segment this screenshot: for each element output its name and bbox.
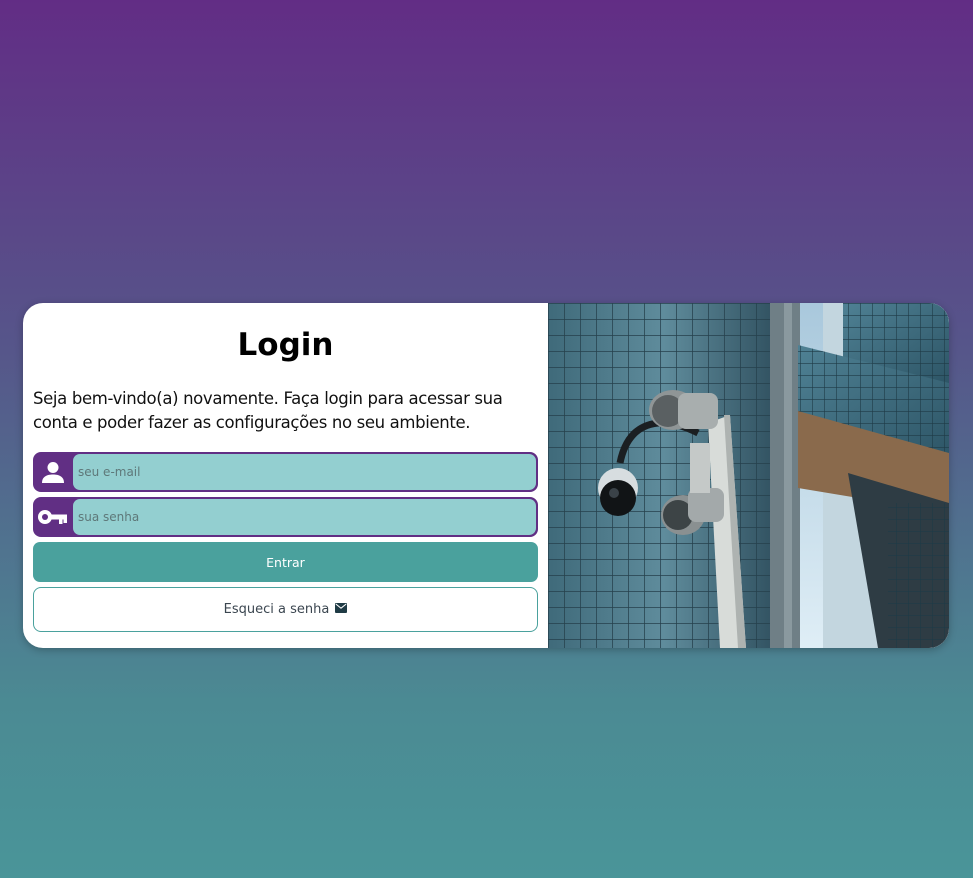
email-input[interactable]: [73, 454, 536, 490]
password-input[interactable]: [73, 499, 536, 535]
welcome-text: Seja bem-vindo(a) novamente. Faça login …: [33, 389, 503, 432]
login-form-panel: Login Seja bem-vindo(a) novamente. Faça …: [23, 303, 548, 648]
login-button[interactable]: Entrar: [33, 542, 538, 582]
key-icon: [33, 497, 73, 537]
security-camera-photo: [548, 303, 949, 648]
login-card: Login Seja bem-vindo(a) novamente. Faça …: [23, 303, 949, 648]
envelope-icon: [335, 602, 348, 617]
email-field-group: [33, 452, 538, 492]
forgot-password-button[interactable]: Esqueci a senha: [33, 587, 538, 632]
user-icon: [33, 452, 73, 492]
page-title: Login: [237, 327, 334, 363]
password-field-group: [33, 497, 538, 537]
forgot-password-label: Esqueci a senha: [223, 602, 330, 617]
